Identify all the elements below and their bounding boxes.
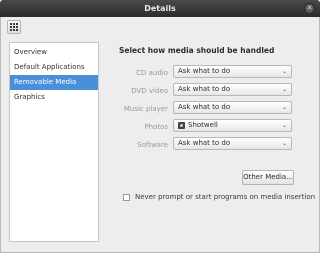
grid-icon[interactable] bbox=[7, 20, 21, 34]
sidebar-item-default-applications[interactable]: Default Applications bbox=[10, 60, 98, 75]
title-bar[interactable]: Details ✕ bbox=[0, 0, 320, 17]
cd-audio-value: Ask what to do bbox=[178, 67, 231, 75]
chevron-down-icon: ⌄ bbox=[281, 86, 287, 93]
software-label: Software bbox=[137, 141, 168, 149]
music-player-dropdown[interactable]: Ask what to do ⌄ bbox=[173, 101, 292, 114]
sidebar-item-removable-media[interactable]: Removable Media bbox=[10, 75, 98, 90]
chevron-down-icon: ⌄ bbox=[281, 104, 287, 111]
cd-audio-dropdown[interactable]: Ask what to do ⌄ bbox=[173, 65, 292, 78]
other-media-button[interactable]: Other Media... bbox=[242, 170, 294, 185]
toolbar bbox=[1, 17, 319, 37]
photos-dropdown[interactable]: Shotwell ⌄ bbox=[173, 119, 292, 132]
photos-label: Photos bbox=[144, 123, 168, 131]
music-player-value: Ask what to do bbox=[178, 103, 231, 111]
window-title: Details bbox=[144, 4, 176, 13]
dvd-video-label: DVD video bbox=[131, 87, 168, 95]
section-heading: Select how media should be handled bbox=[119, 46, 275, 55]
chevron-down-icon: ⌄ bbox=[281, 122, 287, 129]
cd-audio-label: CD audio bbox=[136, 69, 168, 77]
chevron-down-icon: ⌄ bbox=[281, 140, 287, 147]
never-prompt-checkbox[interactable] bbox=[123, 194, 130, 201]
dvd-video-dropdown[interactable]: Ask what to do ⌄ bbox=[173, 83, 292, 96]
sidebar-item-graphics[interactable]: Graphics bbox=[10, 90, 98, 105]
music-player-label: Music player bbox=[123, 105, 168, 113]
shotwell-icon bbox=[178, 122, 185, 129]
close-button[interactable]: ✕ bbox=[304, 3, 315, 14]
sidebar-item-overview[interactable]: Overview bbox=[10, 45, 98, 60]
details-window: Details ✕ Overview Default Applications … bbox=[0, 0, 320, 253]
dvd-video-value: Ask what to do bbox=[178, 85, 231, 93]
window-body: Overview Default Applications Removable … bbox=[0, 17, 320, 253]
never-prompt-label[interactable]: Never prompt or start programs on media … bbox=[135, 193, 315, 201]
removable-media-panel: Select how media should be handled CD au… bbox=[105, 42, 315, 242]
photos-value: Shotwell bbox=[188, 121, 218, 129]
sidebar: Overview Default Applications Removable … bbox=[9, 42, 99, 242]
chevron-down-icon: ⌄ bbox=[281, 68, 287, 75]
software-dropdown[interactable]: Ask what to do ⌄ bbox=[173, 137, 292, 150]
software-value: Ask what to do bbox=[178, 139, 231, 147]
